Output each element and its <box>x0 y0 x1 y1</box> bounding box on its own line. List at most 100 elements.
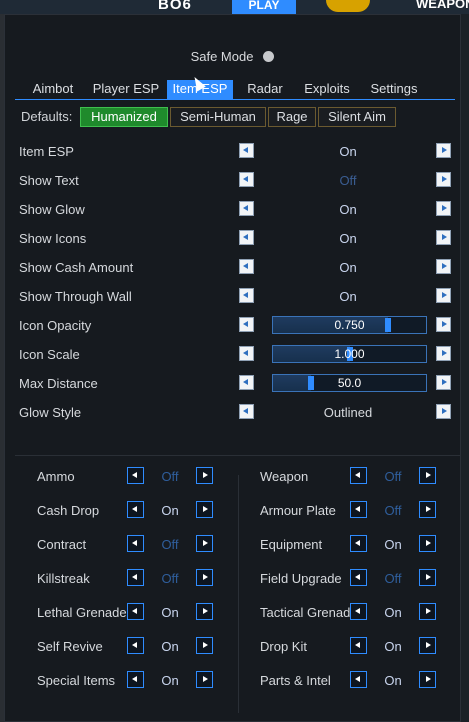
setting-label: Glow Style <box>19 405 82 420</box>
increase-arrow-icon[interactable] <box>419 671 436 688</box>
preset-silent-aim-button[interactable]: Silent Aim <box>318 107 396 127</box>
slider-value: 50.0 <box>337 376 362 390</box>
preset-rage-button[interactable]: Rage <box>268 107 316 127</box>
decrease-arrow-icon[interactable] <box>350 569 367 586</box>
setting-value: Outlined <box>323 405 373 420</box>
increase-arrow-icon[interactable] <box>419 569 436 586</box>
tab-settings[interactable]: Settings <box>363 80 425 99</box>
increase-arrow-icon[interactable] <box>419 467 436 484</box>
increase-arrow-icon[interactable] <box>419 501 436 518</box>
item-type-value: On <box>384 673 402 688</box>
item-type-value: On <box>384 639 402 654</box>
item-type-label: Ammo <box>37 469 75 484</box>
decrease-arrow-icon[interactable] <box>239 375 254 390</box>
item-type-contract: Contract Off <box>37 534 227 556</box>
weapons-menu-link[interactable]: WEAPONS <box>416 0 469 11</box>
decrease-arrow-icon[interactable] <box>127 501 144 518</box>
item-type-armour-plate: Armour Plate Off <box>260 500 450 522</box>
decrease-arrow-icon[interactable] <box>239 143 254 158</box>
decrease-arrow-icon[interactable] <box>127 535 144 552</box>
item-type-parts-intel: Parts & Intel On <box>260 670 450 692</box>
item-type-ammo: Ammo Off <box>37 466 227 488</box>
increase-arrow-icon[interactable] <box>196 671 213 688</box>
increase-arrow-icon[interactable] <box>419 637 436 654</box>
increase-arrow-icon[interactable] <box>436 375 451 390</box>
increase-arrow-icon[interactable] <box>436 404 451 419</box>
setting-value: On <box>339 260 357 275</box>
preset-humanized-button[interactable]: Humanized <box>80 107 168 127</box>
decrease-arrow-icon[interactable] <box>239 259 254 274</box>
slider-value: 0.750 <box>334 318 365 332</box>
decrease-arrow-icon[interactable] <box>127 569 144 586</box>
item-type-label: Self Revive <box>37 639 103 654</box>
item-type-label: Parts & Intel <box>260 673 331 688</box>
decrease-arrow-icon[interactable] <box>127 467 144 484</box>
decrease-arrow-icon[interactable] <box>350 603 367 620</box>
setting-show-cash-amount: Show Cash Amount On <box>19 257 459 279</box>
increase-arrow-icon[interactable] <box>436 201 451 216</box>
setting-show-through-wall: Show Through Wall On <box>19 286 459 308</box>
increase-arrow-icon[interactable] <box>436 230 451 245</box>
play-button[interactable]: PLAY <box>232 0 296 14</box>
increase-arrow-icon[interactable] <box>436 143 451 158</box>
setting-label: Show Text <box>19 173 79 188</box>
decrease-arrow-icon[interactable] <box>127 671 144 688</box>
decrease-arrow-icon[interactable] <box>350 467 367 484</box>
decrease-arrow-icon[interactable] <box>239 172 254 187</box>
decrease-arrow-icon[interactable] <box>239 288 254 303</box>
item-type-label: Special Items <box>37 673 116 688</box>
increase-arrow-icon[interactable] <box>436 346 451 361</box>
increase-arrow-icon[interactable] <box>196 467 213 484</box>
decrease-arrow-icon[interactable] <box>350 671 367 688</box>
setting-value: Off <box>339 173 357 188</box>
item-type-killstreak: Killstreak Off <box>37 568 227 590</box>
tab-exploits[interactable]: Exploits <box>297 80 357 99</box>
tab-aimbot[interactable]: Aimbot <box>23 80 83 99</box>
increase-arrow-icon[interactable] <box>196 501 213 518</box>
preset-semi-human-button[interactable]: Semi-Human <box>170 107 266 127</box>
tab-radar[interactable]: Radar <box>241 80 289 99</box>
decrease-arrow-icon[interactable] <box>127 637 144 654</box>
item-type-value: Off <box>161 537 179 552</box>
tab-bar: Aimbot Player ESP Item ESP Radar Exploit… <box>15 79 455 100</box>
increase-arrow-icon[interactable] <box>436 288 451 303</box>
increase-arrow-icon[interactable] <box>436 259 451 274</box>
increase-arrow-icon[interactable] <box>196 603 213 620</box>
max-distance-slider[interactable]: 50.0 <box>272 374 427 392</box>
increase-arrow-icon[interactable] <box>196 535 213 552</box>
setting-label: Show Cash Amount <box>19 260 134 275</box>
column-divider <box>238 475 239 713</box>
tab-player-esp[interactable]: Player ESP <box>91 80 161 99</box>
item-type-self-revive: Self Revive On <box>37 636 227 658</box>
decrease-arrow-icon[interactable] <box>350 535 367 552</box>
decrease-arrow-icon[interactable] <box>239 346 254 361</box>
setting-value: On <box>339 144 357 159</box>
setting-max-distance: Max Distance 50.0 <box>19 373 459 395</box>
setting-icon-opacity: Icon Opacity 0.750 <box>19 315 459 337</box>
icon-scale-slider[interactable]: 1.000 <box>272 345 427 363</box>
increase-arrow-icon[interactable] <box>419 603 436 620</box>
game-logo: BO6 <box>158 0 192 13</box>
decrease-arrow-icon[interactable] <box>239 201 254 216</box>
setting-show-icons: Show Icons On <box>19 228 459 250</box>
item-type-value: Off <box>384 571 402 586</box>
item-type-cash-drop: Cash Drop On <box>37 500 227 522</box>
decrease-arrow-icon[interactable] <box>350 501 367 518</box>
setting-label: Icon Scale <box>19 347 80 362</box>
item-type-label: Lethal Grenade <box>37 605 127 620</box>
icon-opacity-slider[interactable]: 0.750 <box>272 316 427 334</box>
increase-arrow-icon[interactable] <box>196 569 213 586</box>
safe-mode-toggle[interactable] <box>263 51 275 62</box>
increase-arrow-icon[interactable] <box>436 172 451 187</box>
defaults-label: Defaults: <box>21 109 73 124</box>
decrease-arrow-icon[interactable] <box>127 603 144 620</box>
increase-arrow-icon[interactable] <box>419 535 436 552</box>
decrease-arrow-icon[interactable] <box>350 637 367 654</box>
increase-arrow-icon[interactable] <box>436 317 451 332</box>
increase-arrow-icon[interactable] <box>196 637 213 654</box>
decrease-arrow-icon[interactable] <box>239 404 254 419</box>
item-type-label: Cash Drop <box>37 503 100 518</box>
decrease-arrow-icon[interactable] <box>239 230 254 245</box>
item-esp-panel: Safe Mode Aimbot Player ESP Item ESP Rad… <box>4 14 461 722</box>
decrease-arrow-icon[interactable] <box>239 317 254 332</box>
